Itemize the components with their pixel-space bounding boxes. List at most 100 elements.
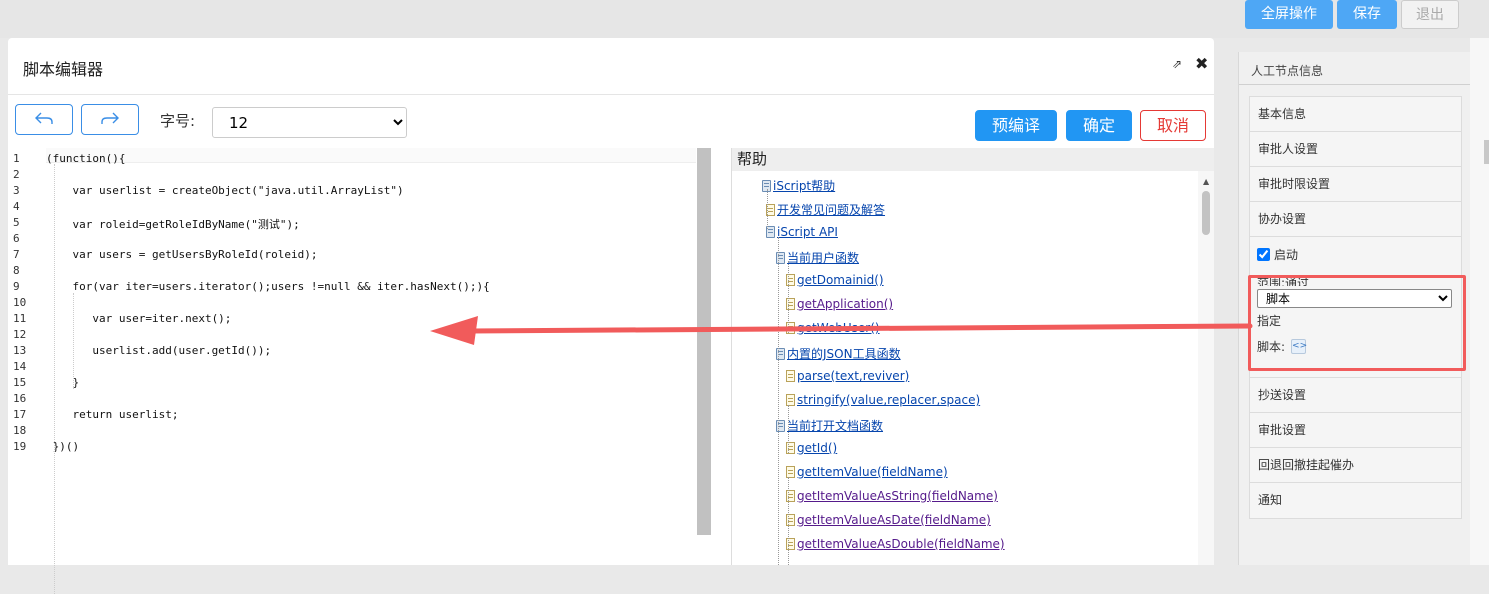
help-tree-item[interactable]: getWebUser() <box>786 321 880 335</box>
exit-button[interactable]: 退出 <box>1401 0 1459 29</box>
tree-connector <box>788 405 789 453</box>
undo-icon <box>35 112 53 124</box>
scroll-up-icon[interactable]: ▲ <box>1203 177 1209 186</box>
current-line-highlight <box>46 148 696 163</box>
help-link[interactable]: iScript API <box>777 225 838 239</box>
line-number: 18 <box>13 424 27 437</box>
settings-item-approver[interactable]: 审批人设置 <box>1250 132 1461 167</box>
indent-guide <box>54 164 55 594</box>
redo-icon <box>101 112 119 124</box>
help-link[interactable]: getItemValueAsString(fieldName) <box>797 489 998 503</box>
tree-connector <box>788 261 789 333</box>
help-tree-item[interactable]: 当前打开文档函数 <box>776 417 883 434</box>
settings-item-approval[interactable]: 审批设置 <box>1250 413 1461 448</box>
line-number: 9 <box>13 280 20 293</box>
code-line[interactable]: (function(){ <box>46 152 125 165</box>
close-icon[interactable]: ✖ <box>1195 54 1208 73</box>
code-line[interactable]: } <box>46 376 79 389</box>
line-number: 13 <box>13 344 27 357</box>
help-link[interactable]: 开发常见问题及解答 <box>777 201 885 218</box>
line-number: 16 <box>13 392 27 405</box>
code-editor[interactable]: 1 2 3 4 5 6 7 8 9 10 11 12 13 14 15 16 17 18 19 (function(… <box>8 148 711 594</box>
code-line[interactable]: var userlist = createObject("java.util.A… <box>46 184 403 197</box>
help-tree-item[interactable]: iScript帮助 <box>762 177 835 194</box>
line-number: 19 <box>13 440 27 453</box>
help-tree-item[interactable]: getItemValueAsDate(fieldName) <box>786 513 991 527</box>
enable-checkbox-row[interactable]: 启动 <box>1257 246 1298 263</box>
help-tree-item[interactable]: getItemValue(fieldName) <box>786 465 948 479</box>
page-scrollbar-thumb[interactable] <box>1484 140 1489 164</box>
help-link[interactable]: parse(text,reviver) <box>797 369 909 383</box>
code-line[interactable]: userlist.add(user.getId()); <box>46 344 271 357</box>
help-link[interactable]: 当前打开文档函数 <box>787 417 883 434</box>
help-tree-item[interactable]: getApplication() <box>786 297 893 311</box>
line-number: 3 <box>13 184 20 197</box>
tree-connector <box>767 189 768 229</box>
script-editor-modal: 脚本编辑器 ⇗ ✖ 字号: 12 预编译 确定 取消 1 2 3 4 5 6 7 8 9 10 11… <box>8 38 1214 594</box>
settings-item-rollback[interactable]: 回退回撤挂起催办 <box>1250 448 1461 483</box>
help-link[interactable]: iScript帮助 <box>773 177 835 194</box>
font-size-label: 字号: <box>160 112 196 130</box>
code-line[interactable]: var roleid=getRoleIdByName("测试"); <box>46 216 299 232</box>
settings-item-time-limit[interactable]: 审批时限设置 <box>1250 167 1461 202</box>
settings-item-assist[interactable]: 协办设置 <box>1250 202 1461 237</box>
popout-icon[interactable]: ⇗ <box>1172 57 1182 71</box>
annotation-highlight-box <box>1248 275 1466 371</box>
code-line[interactable]: var users = getUsersByRoleId(roleid); <box>46 248 317 261</box>
help-link[interactable]: 当前用户函数 <box>787 249 859 266</box>
save-button[interactable]: 保存 <box>1337 0 1397 29</box>
fullscreen-button[interactable]: 全屏操作 <box>1245 0 1333 29</box>
settings-item-cc[interactable]: 抄送设置 <box>1250 378 1461 413</box>
help-scrollbar-thumb[interactable] <box>1202 191 1210 235</box>
code-line[interactable]: for(var iter=users.iterator();users !=nu… <box>46 280 489 293</box>
indent-guide <box>73 293 74 389</box>
help-tree-item[interactable]: parse(text,reviver) <box>786 369 909 383</box>
panel-title: 人工节点信息 <box>1251 64 1324 78</box>
help-tree-item[interactable]: 开发常见问题及解答 <box>766 201 885 218</box>
undo-button[interactable] <box>15 104 73 135</box>
enable-checkbox[interactable] <box>1257 248 1270 261</box>
help-panel: 帮助 iScript帮助 开发常见问题及解答 iScript API 当前用户函数 ge… <box>731 148 1214 565</box>
help-link[interactable]: stringify(value,replacer,space) <box>797 393 980 407</box>
settings-item-basic[interactable]: 基本信息 <box>1250 97 1461 132</box>
divider <box>1239 84 1471 85</box>
help-link[interactable]: getApplication() <box>797 297 893 311</box>
help-link[interactable]: getItemValueAsDate(fieldName) <box>797 513 991 527</box>
help-tree-item[interactable]: getItemValueAsString(fieldName) <box>786 489 998 503</box>
doc-icon <box>786 370 795 382</box>
line-number: 14 <box>13 360 27 373</box>
help-tree-item[interactable]: getDomainid() <box>786 273 884 287</box>
redo-button[interactable] <box>81 104 139 135</box>
help-tree-item[interactable]: getItemValueAsDouble(fieldName) <box>786 537 1005 551</box>
line-number: 1 <box>13 152 20 165</box>
line-number: 5 <box>13 216 20 229</box>
help-link[interactable]: getItemValueAsDouble(fieldName) <box>797 537 1005 551</box>
help-tree-item[interactable]: iScript API <box>766 225 838 239</box>
help-scrollbar[interactable]: ▲ <box>1198 171 1214 565</box>
help-link[interactable]: getWebUser() <box>797 321 880 335</box>
help-link[interactable]: getDomainid() <box>797 273 884 287</box>
line-number: 17 <box>13 408 27 421</box>
code-line[interactable]: return userlist; <box>46 408 178 421</box>
help-tree-item[interactable]: stringify(value,replacer,space) <box>786 393 980 407</box>
code-line[interactable]: })() <box>46 440 80 453</box>
confirm-button[interactable]: 确定 <box>1066 110 1132 141</box>
help-link[interactable]: getId() <box>797 441 837 455</box>
line-number: 7 <box>13 248 20 261</box>
modal-header: 脚本编辑器 ⇗ ✖ <box>8 38 1214 95</box>
line-number: 2 <box>13 168 20 181</box>
line-number: 12 <box>13 328 27 341</box>
precompile-button[interactable]: 预编译 <box>975 110 1057 141</box>
font-size-select[interactable]: 12 <box>212 107 407 138</box>
top-toolbar: 全屏操作 保存 退出 <box>0 0 1489 38</box>
page-scrollbar[interactable] <box>1470 38 1489 565</box>
help-link[interactable]: 内置的JSON工具函数 <box>787 345 901 362</box>
help-tree-item[interactable]: getId() <box>786 441 837 455</box>
line-number: 11 <box>13 312 27 325</box>
help-link[interactable]: getItemValue(fieldName) <box>797 465 948 479</box>
help-tree-item[interactable]: 内置的JSON工具函数 <box>776 345 901 362</box>
settings-item-notify[interactable]: 通知 <box>1250 483 1461 518</box>
line-number: 8 <box>13 264 20 277</box>
cancel-button[interactable]: 取消 <box>1140 110 1206 141</box>
editor-scrollbar[interactable] <box>697 148 711 535</box>
